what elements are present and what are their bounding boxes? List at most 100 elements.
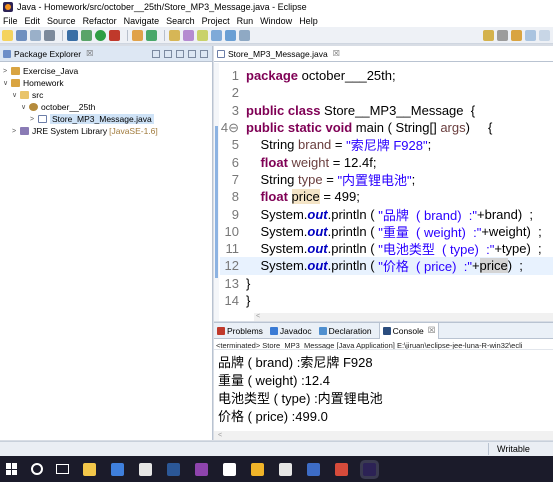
search-icon[interactable] (197, 29, 208, 41)
new-icon[interactable] (2, 29, 13, 41)
maximize-icon[interactable] (200, 49, 208, 58)
line-number: 6 (231, 154, 239, 170)
show-whitespace-icon[interactable] (239, 29, 250, 41)
code-line[interactable]: 9 System. out .println ( "品牌 ( brand) :" +b… (220, 205, 553, 223)
code-line[interactable]: 14} (220, 292, 553, 309)
horizontal-scrollbar[interactable]: < (254, 313, 553, 321)
code-line[interactable]: 3 public class Store__MP3__Message { (220, 102, 553, 119)
code-token: ) { (465, 120, 493, 136)
forward-icon[interactable] (539, 29, 550, 41)
code-line[interactable]: 4⊖ public static void main ( String[] arg… (220, 119, 553, 136)
save-all-icon[interactable] (30, 29, 41, 41)
open-task-icon[interactable] (183, 29, 194, 41)
search-icon[interactable] (31, 463, 43, 475)
code-line[interactable]: 11 System. out .println ( "电池类型 ( type) :"… (220, 240, 553, 257)
tree-item-java-file[interactable]: > Store_MP3_Message.java (3, 113, 212, 125)
menu-project[interactable]: Project (202, 16, 230, 26)
task-view-icon[interactable] (56, 464, 69, 474)
code-line[interactable]: 10 System. out .println ( "重量 ( weight) :"… (220, 223, 553, 240)
paint-icon[interactable] (251, 462, 264, 476)
menu-window[interactable]: Window (260, 16, 292, 26)
chevron-down-icon[interactable]: ∨ (12, 91, 20, 99)
menu-file[interactable]: File (3, 16, 18, 26)
view-menu-icon[interactable] (176, 49, 184, 58)
code-token: .println ( (327, 241, 379, 257)
menu-search[interactable]: Search (166, 16, 195, 26)
console-line: 品牌 ( brand) :索尼牌 F928 (218, 355, 373, 370)
tree-item-exercise-java[interactable]: > Exercise_Java (3, 65, 212, 77)
chevron-right-icon[interactable]: > (30, 116, 38, 123)
tab-javadoc[interactable]: Javadoc (269, 323, 312, 339)
menu-refactor[interactable]: Refactor (83, 16, 117, 26)
code-line[interactable]: 1 package october___25th; (220, 67, 553, 84)
onenote-icon[interactable] (195, 462, 208, 476)
chevron-right-icon[interactable]: > (3, 68, 11, 75)
minimize-icon[interactable] (188, 49, 196, 58)
code-line[interactable]: 7 String type = "内置锂电池"; (220, 171, 553, 188)
chevron-down-icon[interactable]: ∨ (21, 103, 29, 111)
horizontal-scrollbar[interactable]: < (214, 431, 553, 440)
edge-icon[interactable] (111, 462, 124, 476)
collapse-all-icon[interactable] (152, 49, 160, 58)
tab-declaration[interactable]: Declaration (318, 323, 372, 339)
code-line[interactable]: 13} (220, 275, 553, 292)
menu-edit[interactable]: Edit (25, 16, 41, 26)
new-java-project-icon[interactable] (132, 29, 143, 41)
tree-item-jre-library[interactable]: > JRE System Library [JavaSE-1.6] (3, 125, 212, 137)
print-icon[interactable] (44, 29, 55, 41)
eclipse-icon[interactable] (363, 462, 376, 476)
chevron-down-icon[interactable]: ∨ (3, 79, 11, 87)
menu-help[interactable]: Help (299, 16, 318, 26)
toggle-mark-occurrences-icon[interactable] (211, 29, 222, 41)
code-token: type (298, 171, 323, 187)
console-output[interactable]: 品牌 ( brand) :索尼牌 F928 重量 ( weight) :12.4… (214, 350, 553, 426)
menu-source[interactable]: Source (47, 16, 76, 26)
editor-tab-label: Store_MP3_Message.java (228, 48, 328, 59)
code-line[interactable]: 2 (220, 84, 553, 101)
link-with-editor-icon[interactable] (164, 49, 172, 58)
editor-body[interactable]: 1 package october___25th; 2 3 public class S… (214, 63, 553, 321)
code-token: = 499; (319, 189, 360, 205)
new-class-icon[interactable] (146, 29, 157, 41)
editor-tab[interactable]: Store_MP3_Message.java ☒ (214, 46, 553, 62)
word-icon[interactable] (167, 462, 180, 476)
code-line[interactable]: 5 String brand = "索尼牌 F928"; (220, 136, 553, 153)
chevron-right-icon[interactable]: > (12, 128, 20, 135)
close-icon[interactable]: ☒ (428, 325, 436, 336)
chrome-icon[interactable] (335, 462, 348, 476)
windows-start-icon[interactable] (6, 463, 18, 475)
document-icon[interactable] (223, 462, 236, 476)
last-edit-location-icon[interactable] (511, 29, 522, 41)
close-icon[interactable]: ☒ (333, 49, 340, 58)
tab-console[interactable]: Console ☒ (378, 322, 440, 339)
run-icon[interactable] (95, 29, 106, 41)
external-tools-icon[interactable] (109, 29, 120, 41)
debug-icon[interactable] (81, 29, 92, 41)
package-explorer-tab[interactable]: Package Explorer ☒ (0, 46, 212, 62)
back-icon[interactable] (525, 29, 536, 41)
code-token: ; (427, 137, 432, 153)
toggle-breakpoint-icon[interactable] (67, 29, 78, 41)
close-icon[interactable]: ☒ (86, 49, 93, 58)
tree-item-src[interactable]: ∨ src (3, 89, 212, 101)
menu-run[interactable]: Run (237, 16, 254, 26)
menu-navigate[interactable]: Navigate (124, 16, 160, 26)
code-line[interactable]: 6 float weight = 12.4f; (220, 153, 553, 170)
tree-item-homework[interactable]: ∨ Homework (3, 77, 212, 89)
code-token: +type) ; (494, 241, 542, 257)
save-icon[interactable] (16, 29, 27, 41)
code-area[interactable]: 1 package october___25th; 2 3 public class S… (220, 67, 553, 309)
next-annotation-icon[interactable] (483, 29, 494, 41)
tab-problems[interactable]: Problems (217, 323, 263, 339)
settings-icon[interactable] (279, 462, 292, 476)
file-explorer-icon[interactable] (83, 462, 96, 476)
code-token: = (331, 137, 347, 153)
code-line[interactable]: 8 float price = 499; (220, 188, 553, 205)
media-player-icon[interactable] (307, 462, 320, 476)
open-type-icon[interactable] (169, 29, 180, 41)
toggle-block-selection-icon[interactable] (225, 29, 236, 41)
tree-item-package[interactable]: ∨ october__25th (3, 101, 212, 113)
previous-annotation-icon[interactable] (497, 29, 508, 41)
code-line[interactable]: 12 System. out .println ( "价格 ( price) :" +… (220, 257, 553, 275)
notepad-icon[interactable] (139, 462, 152, 476)
